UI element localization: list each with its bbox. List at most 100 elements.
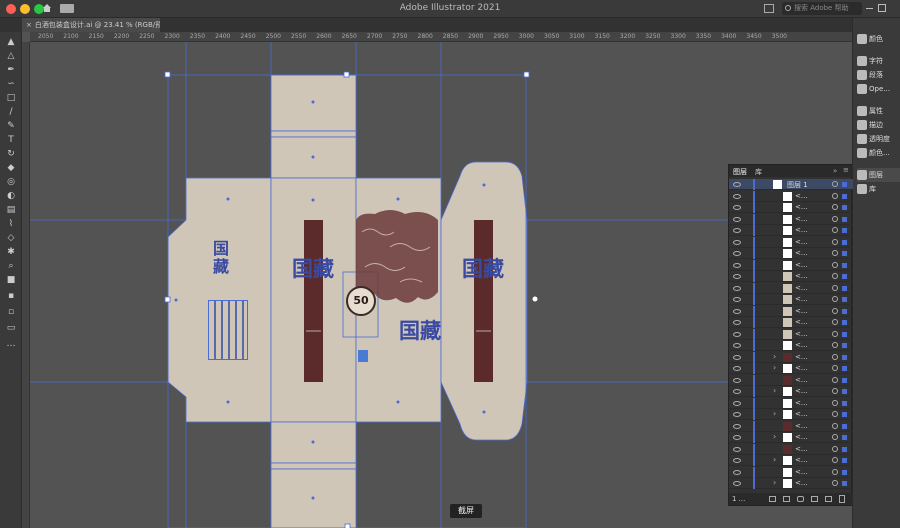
target-circle-icon[interactable] xyxy=(832,388,838,394)
more-tools-icon[interactable]: … xyxy=(5,338,17,350)
panel-collapse-icon[interactable]: » xyxy=(833,167,837,175)
target-circle-icon[interactable] xyxy=(832,434,838,440)
selection-indicator[interactable] xyxy=(842,239,847,245)
target-circle-icon[interactable] xyxy=(832,238,838,245)
target-circle-icon[interactable] xyxy=(832,480,838,486)
target-circle-icon[interactable] xyxy=(832,376,838,383)
target-circle-icon[interactable] xyxy=(832,399,838,406)
sublayer-row[interactable]: <... xyxy=(729,294,853,305)
selection-indicator[interactable] xyxy=(842,285,847,291)
target-circle-icon[interactable] xyxy=(832,215,838,222)
sublayer-row[interactable]: <... xyxy=(729,282,853,294)
selection-indicator[interactable] xyxy=(842,469,847,475)
selection-indicator[interactable] xyxy=(842,458,847,463)
visibility-eye-icon[interactable] xyxy=(733,481,741,486)
visibility-eye-icon[interactable] xyxy=(733,458,741,463)
selection-indicator[interactable] xyxy=(842,251,847,256)
target-circle-icon[interactable] xyxy=(832,353,838,360)
visibility-eye-icon[interactable] xyxy=(733,377,741,383)
selection-indicator[interactable] xyxy=(842,182,847,187)
visibility-eye-icon[interactable] xyxy=(733,331,741,337)
sublayer-row[interactable]: <... xyxy=(729,443,853,455)
new-sublayer-icon[interactable] xyxy=(811,496,818,502)
sublayer-row[interactable]: <... xyxy=(729,317,853,328)
sublayer-row[interactable]: <... xyxy=(729,271,853,282)
target-circle-icon[interactable] xyxy=(832,284,838,291)
panel-opentype[interactable]: Ope... xyxy=(857,82,900,96)
sublayer-row[interactable]: › <... xyxy=(729,432,853,443)
selection-indicator[interactable] xyxy=(842,389,847,394)
target-circle-icon[interactable] xyxy=(832,411,838,417)
panel-color-guide[interactable]: 颜色... xyxy=(857,146,900,160)
panel-menu-icon[interactable]: ≡ xyxy=(843,166,849,174)
selection-tool-icon[interactable]: ▲ xyxy=(5,36,17,48)
expand-chevron-icon[interactable]: › xyxy=(773,352,776,361)
selection-indicator[interactable] xyxy=(842,308,847,314)
sublayer-row[interactable]: <... xyxy=(729,305,853,317)
sublayer-row[interactable]: <... xyxy=(729,236,853,248)
pencil-tool-icon[interactable]: ✎ xyxy=(5,120,17,132)
selection-indicator[interactable] xyxy=(842,205,847,210)
symbol-sprayer-tool-icon[interactable]: ✱ xyxy=(5,246,17,258)
warp-tool-icon[interactable]: ◎ xyxy=(5,176,17,188)
locate-object-icon[interactable] xyxy=(783,496,790,502)
sublayer-row[interactable]: › <... xyxy=(729,363,853,374)
visibility-eye-icon[interactable] xyxy=(733,297,741,302)
selection-indicator[interactable] xyxy=(842,400,847,406)
visibility-eye-icon[interactable] xyxy=(733,435,741,440)
visibility-eye-icon[interactable] xyxy=(733,228,741,233)
target-circle-icon[interactable] xyxy=(832,330,838,337)
sublayer-row[interactable]: › <... xyxy=(729,386,853,397)
expand-chevron-icon[interactable]: › xyxy=(773,432,776,441)
sublayer-row[interactable]: › <... xyxy=(729,455,853,466)
target-circle-icon[interactable] xyxy=(832,296,838,302)
visibility-eye-icon[interactable] xyxy=(733,354,741,360)
target-circle-icon[interactable] xyxy=(832,204,838,210)
panel-color[interactable]: 颜色 xyxy=(857,32,900,46)
panel-paragraph[interactable]: 段落 xyxy=(857,68,900,82)
fill-stroke-icon[interactable]: ■ xyxy=(5,274,17,286)
eyedropper-tool-icon[interactable]: ⌇ xyxy=(5,218,17,230)
visibility-eye-icon[interactable] xyxy=(733,400,741,406)
expand-chevron-icon[interactable]: › xyxy=(773,478,776,487)
target-circle-icon[interactable] xyxy=(832,342,838,348)
sublayer-row[interactable]: › <... xyxy=(729,409,853,420)
target-circle-icon[interactable] xyxy=(832,181,838,187)
document-tab[interactable]: × 白酒包装盒设计.ai @ 23.41 % (RGB/预览) xyxy=(22,18,160,32)
sublayer-row[interactable]: › <... xyxy=(729,351,853,363)
visibility-eye-icon[interactable] xyxy=(733,193,741,199)
sublayer-row[interactable]: <... xyxy=(729,202,853,213)
selection-indicator[interactable] xyxy=(842,320,847,325)
visibility-eye-icon[interactable] xyxy=(733,308,741,314)
sublayer-row[interactable]: <... xyxy=(729,397,853,409)
sublayer-row[interactable]: <... xyxy=(729,420,853,432)
target-circle-icon[interactable] xyxy=(832,261,838,268)
visibility-eye-icon[interactable] xyxy=(733,182,741,187)
visibility-eye-icon[interactable] xyxy=(733,205,741,210)
sublayer-row[interactable]: › <... xyxy=(729,478,853,489)
sublayer-row[interactable]: <... xyxy=(729,466,853,478)
target-circle-icon[interactable] xyxy=(832,307,838,314)
sublayer-row[interactable]: <... xyxy=(729,248,853,259)
clipping-mask-icon[interactable] xyxy=(797,496,804,502)
selection-indicator[interactable] xyxy=(842,481,847,486)
selection-indicator[interactable] xyxy=(842,377,847,383)
selection-indicator[interactable] xyxy=(842,297,847,302)
new-layer-icon[interactable] xyxy=(825,496,832,502)
visibility-eye-icon[interactable] xyxy=(733,285,741,291)
arrange-documents-icon[interactable] xyxy=(764,4,774,13)
help-search-input[interactable]: 搜索 Adobe 帮助 xyxy=(782,2,862,15)
pen-tool-icon[interactable]: ✒ xyxy=(5,64,17,76)
sublayer-row[interactable]: <... xyxy=(729,190,853,202)
selection-indicator[interactable] xyxy=(842,366,847,371)
visibility-eye-icon[interactable] xyxy=(733,446,741,452)
selection-indicator[interactable] xyxy=(842,274,847,279)
panel-character[interactable]: 字符 xyxy=(857,54,900,68)
target-circle-icon[interactable] xyxy=(832,192,838,199)
sublayer-row[interactable]: <... xyxy=(729,328,853,340)
draw-mode-icon[interactable]: ▫ xyxy=(5,306,17,318)
curvature-tool-icon[interactable]: ∽ xyxy=(5,78,17,90)
visibility-eye-icon[interactable] xyxy=(733,423,741,429)
selection-indicator[interactable] xyxy=(842,343,847,348)
visibility-eye-icon[interactable] xyxy=(733,262,741,268)
